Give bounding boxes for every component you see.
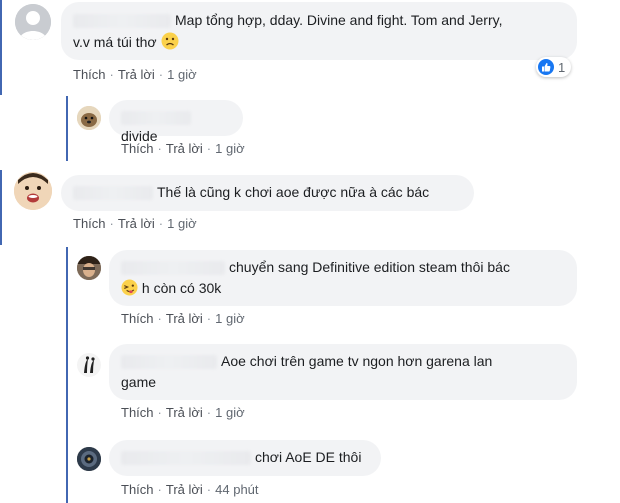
blurred-author-name [121, 355, 217, 370]
reply-text: Aoe chơi trên game tv ngon hơn garena la… [221, 353, 493, 369]
timestamp[interactable]: 1 giờ [167, 67, 197, 82]
avatar[interactable] [14, 172, 52, 210]
reply-bubble: Aoe chơi trên game tv ngon hơn garena la… [109, 344, 577, 400]
reply-text: chuyển sang Definitive edition steam thô… [229, 259, 510, 275]
like-link[interactable]: Thích [73, 216, 106, 231]
blurred-author-name [73, 14, 171, 29]
comment-actions: Thích · Trả lời · 1 giờ [73, 67, 197, 82]
reply-link[interactable]: Trả lời [166, 405, 203, 420]
comment-text: Map tổng hợp, dday. Divine and fight. To… [175, 12, 503, 28]
reply-text: h còn có 30k [141, 280, 222, 296]
reply-bubble: chuyển sang Definitive edition steam thô… [109, 250, 577, 306]
timestamp[interactable]: 1 giờ [215, 141, 245, 156]
reply-actions: Thích · Trả lời · 1 giờ [121, 141, 245, 156]
comment-text: v.v má túi thơ [73, 34, 157, 50]
reply-link[interactable]: Trả lời [118, 216, 155, 231]
person-avatar-icon [77, 256, 101, 280]
default-user-icon [15, 4, 51, 40]
like-link[interactable]: Thích [121, 311, 154, 326]
game-avatar-icon [77, 447, 101, 471]
reply-link[interactable]: Trả lời [166, 141, 203, 156]
baby-avatar-icon [14, 172, 52, 210]
dog-avatar-icon [77, 106, 101, 130]
reaction-badge[interactable]: 1 [536, 57, 572, 77]
timestamp[interactable]: 1 giờ [215, 405, 245, 420]
reply-link[interactable]: Trả lời [118, 67, 155, 82]
blurred-author-name [121, 261, 225, 276]
comment-actions: Thích · Trả lời · 1 giờ [73, 216, 197, 231]
reaction-count: 1 [558, 59, 566, 75]
reply-bubble: divide [109, 100, 243, 144]
reply-bubble: chơi AoE DE thôi [109, 440, 381, 476]
reply-actions: Thích · Trả lời · 44 phút [121, 482, 259, 497]
avatar[interactable] [77, 106, 101, 130]
like-link[interactable]: Thích [121, 141, 154, 156]
like-link[interactable]: Thích [121, 405, 154, 420]
tongue-face-icon [121, 279, 138, 296]
comment-bubble: Map tổng hợp, dday. Divine and fight. To… [61, 2, 577, 60]
avatar[interactable] [77, 447, 101, 471]
like-link[interactable]: Thích [73, 67, 106, 82]
reply-link[interactable]: Trả lời [166, 311, 203, 326]
blurred-author-name [73, 186, 153, 201]
thread-line [66, 96, 68, 161]
avatar[interactable] [15, 4, 51, 40]
timestamp[interactable]: 44 phút [215, 482, 258, 497]
like-link[interactable]: Thích [121, 482, 154, 497]
silhouette-avatar-icon [77, 353, 101, 377]
reply-link[interactable]: Trả lời [166, 482, 203, 497]
timestamp[interactable]: 1 giờ [167, 216, 197, 231]
thread-line [66, 247, 68, 503]
timestamp[interactable]: 1 giờ [215, 311, 245, 326]
reply-text: game [121, 374, 157, 390]
blurred-author-name [121, 451, 251, 466]
thread-line [0, 0, 2, 95]
thread-line [0, 170, 2, 245]
avatar[interactable] [77, 256, 101, 280]
reply-text: chơi AoE DE thôi [255, 449, 362, 465]
blurred-author-name [121, 111, 191, 126]
reply-actions: Thích · Trả lời · 1 giờ [121, 405, 245, 420]
comment-bubble: Thế là cũng k chơi aoe được nữa à các bá… [61, 175, 474, 211]
sad-face-icon [161, 32, 179, 50]
reply-actions: Thích · Trả lời · 1 giờ [121, 311, 245, 326]
avatar[interactable] [77, 353, 101, 377]
thumbs-up-icon [538, 59, 554, 75]
comment-text: Thế là cũng k chơi aoe được nữa à các bá… [157, 184, 430, 200]
